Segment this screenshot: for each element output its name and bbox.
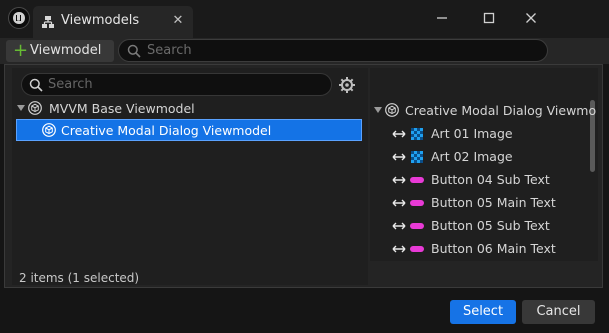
text-type-icon xyxy=(410,200,424,206)
property-label: Art 01 Image xyxy=(431,126,513,141)
property-row[interactable]: Button 04 Sub Text xyxy=(370,168,588,191)
two-way-binding-icon xyxy=(392,199,406,207)
search-icon xyxy=(29,78,43,92)
search-placeholder: Search xyxy=(147,43,192,58)
add-viewmodel-button[interactable]: + Viewmodel xyxy=(6,40,114,62)
minimize-button[interactable] xyxy=(431,8,453,28)
dialog-footer: Select Cancel xyxy=(0,288,609,333)
search-placeholder: Search xyxy=(48,77,93,92)
tree-item-creative-modal-dialog[interactable]: Creative Modal Dialog Viewmodel xyxy=(16,119,362,141)
text-type-icon xyxy=(410,246,424,252)
viewmodels-tab[interactable]: Viewmodels ✕ xyxy=(33,6,193,38)
class-search-input[interactable]: Search xyxy=(21,73,332,96)
text-type-icon xyxy=(410,177,424,183)
text-type-icon xyxy=(410,223,424,229)
collapse-arrow-icon[interactable] xyxy=(16,103,26,113)
viewmodel-root-label: Creative Modal Dialog Viewmo xyxy=(405,103,597,118)
hierarchy-icon xyxy=(42,16,54,28)
property-row[interactable]: Button 05 Main Text xyxy=(370,191,588,214)
maximize-icon xyxy=(483,12,495,24)
property-label: Button 05 Main Text xyxy=(431,195,556,210)
two-way-binding-icon xyxy=(392,176,406,184)
tab-title: Viewmodels xyxy=(61,13,140,28)
two-way-binding-icon xyxy=(392,153,406,161)
select-button[interactable]: Select xyxy=(450,300,516,324)
cube-icon xyxy=(42,123,56,137)
property-row[interactable]: Art 02 Image xyxy=(370,145,588,168)
picker-panel: Search MVVM Base Viewmodel Creative Moda… xyxy=(4,64,603,288)
close-window-button[interactable] xyxy=(520,8,542,28)
viewmodel-list-pane: Search MVVM Base Viewmodel Creative Moda… xyxy=(12,68,368,285)
two-way-binding-icon xyxy=(392,222,406,230)
viewmodel-root-row[interactable]: Creative Modal Dialog Viewmo xyxy=(370,100,596,120)
two-way-binding-icon xyxy=(392,245,406,253)
property-row[interactable]: Button 06 Main Text xyxy=(370,237,588,260)
add-viewmodel-label: Viewmodel xyxy=(30,43,102,58)
image-type-icon xyxy=(411,151,423,163)
unreal-logo-icon xyxy=(8,7,30,29)
title-bar: Viewmodels ✕ xyxy=(0,0,609,38)
settings-gear-icon[interactable] xyxy=(338,76,356,94)
plus-icon: + xyxy=(13,40,29,61)
item-count-status: 2 items (1 selected) xyxy=(19,271,140,285)
tree-item-label: MVVM Base Viewmodel xyxy=(49,101,195,116)
properties-pane: Creative Modal Dialog Viewmo Art 01 Imag… xyxy=(370,68,598,261)
maximize-button[interactable] xyxy=(478,8,500,28)
cube-icon xyxy=(385,103,399,117)
property-row[interactable]: Art 01 Image xyxy=(370,122,588,145)
close-tab-icon[interactable]: ✕ xyxy=(171,13,185,29)
property-label: Art 02 Image xyxy=(431,149,513,164)
cube-icon xyxy=(28,101,42,115)
minimize-icon xyxy=(437,17,447,19)
viewmodel-search-input[interactable]: Search xyxy=(118,39,548,62)
property-label: Button 06 Main Text xyxy=(431,241,556,256)
close-icon xyxy=(526,13,536,23)
property-label: Button 04 Sub Text xyxy=(431,172,550,187)
tree-item-label: Creative Modal Dialog Viewmodel xyxy=(61,123,272,138)
cancel-button[interactable]: Cancel xyxy=(522,300,595,324)
property-label: Button 05 Sub Text xyxy=(431,218,550,233)
image-type-icon xyxy=(411,128,423,140)
two-way-binding-icon xyxy=(392,130,406,138)
collapse-arrow-icon[interactable] xyxy=(373,105,383,115)
search-icon xyxy=(127,44,141,58)
tree-item-mvvm-base[interactable]: MVVM Base Viewmodel xyxy=(12,98,358,118)
property-row[interactable]: Button 05 Sub Text xyxy=(370,214,588,237)
toolbar: + Viewmodel Search xyxy=(0,38,609,64)
